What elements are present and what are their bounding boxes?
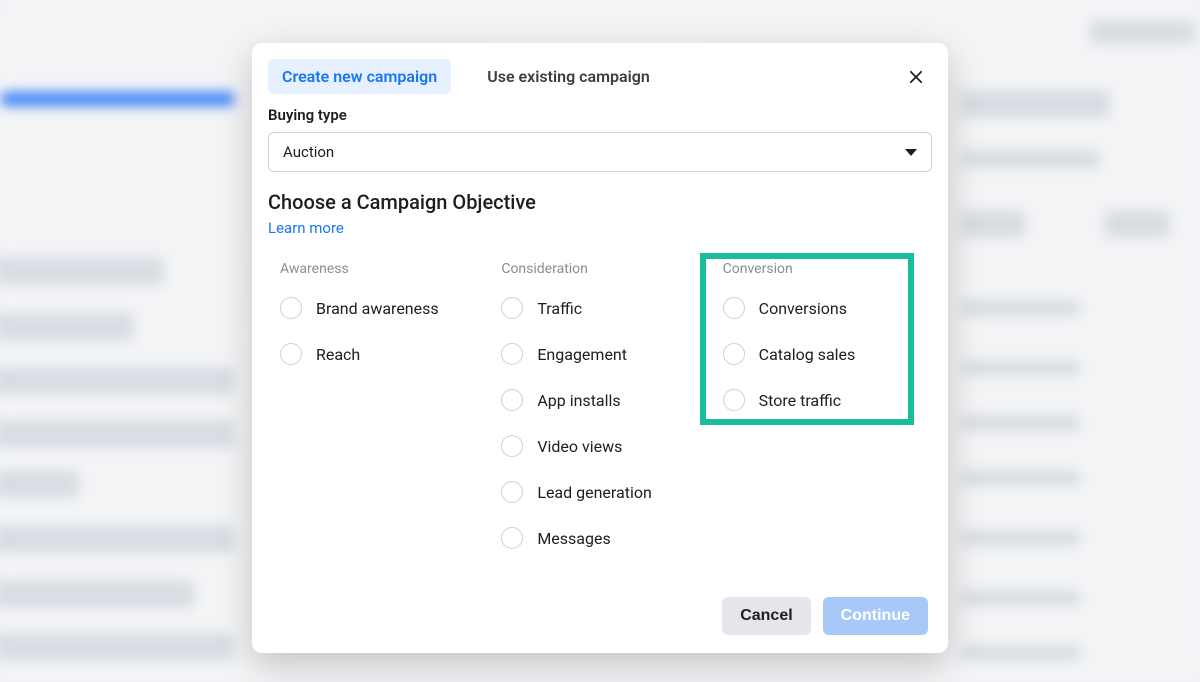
radio-icon <box>280 343 302 365</box>
close-button[interactable] <box>900 61 932 93</box>
objective-traffic[interactable]: Traffic <box>493 291 706 325</box>
consideration-heading: Consideration <box>493 261 706 277</box>
conversion-column: Conversion Conversions Catalog sales Sto… <box>715 261 928 567</box>
radio-icon <box>723 389 745 411</box>
radio-label: Lead generation <box>537 483 651 502</box>
radio-icon <box>501 297 523 319</box>
radio-label: Store traffic <box>759 391 842 410</box>
radio-label: Conversions <box>759 299 847 318</box>
radio-label: Engagement <box>537 345 627 364</box>
radio-icon <box>501 481 523 503</box>
radio-label: Reach <box>316 345 360 364</box>
objective-app-installs[interactable]: App installs <box>493 383 706 417</box>
radio-label: Traffic <box>537 299 582 318</box>
objective-conversions[interactable]: Conversions <box>715 291 928 325</box>
objective-engagement[interactable]: Engagement <box>493 337 706 371</box>
objective-reach[interactable]: Reach <box>272 337 485 371</box>
modal-tabs: Create new campaign Use existing campaig… <box>268 59 664 94</box>
create-campaign-modal: Create new campaign Use existing campaig… <box>252 43 948 653</box>
objective-columns: Awareness Brand awareness Reach Consider… <box>268 261 932 567</box>
buying-type-label: Buying type <box>268 106 932 124</box>
buying-type-select[interactable]: Auction <box>268 132 932 172</box>
learn-more-link[interactable]: Learn more <box>268 219 344 237</box>
consideration-column: Consideration Traffic Engagement App ins… <box>493 261 706 567</box>
objective-store-traffic[interactable]: Store traffic <box>715 383 928 417</box>
radio-label: Video views <box>537 437 622 456</box>
radio-label: Brand awareness <box>316 299 439 318</box>
objective-messages[interactable]: Messages <box>493 521 706 555</box>
awareness-heading: Awareness <box>272 261 485 277</box>
radio-label: Messages <box>537 529 610 548</box>
radio-label: App installs <box>537 391 620 410</box>
modal-header: Create new campaign Use existing campaig… <box>268 59 932 94</box>
radio-icon <box>501 527 523 549</box>
continue-button[interactable]: Continue <box>823 597 928 635</box>
radio-icon <box>723 297 745 319</box>
radio-icon <box>501 435 523 457</box>
conversion-heading: Conversion <box>715 261 928 277</box>
objective-brand-awareness[interactable]: Brand awareness <box>272 291 485 325</box>
radio-label: Catalog sales <box>759 345 856 364</box>
modal-footer: Cancel Continue <box>268 567 932 653</box>
radio-icon <box>501 343 523 365</box>
radio-icon <box>280 297 302 319</box>
radio-icon <box>501 389 523 411</box>
objective-catalog-sales[interactable]: Catalog sales <box>715 337 928 371</box>
buying-type-value: Auction <box>283 143 334 161</box>
awareness-column: Awareness Brand awareness Reach <box>272 261 485 567</box>
objective-video-views[interactable]: Video views <box>493 429 706 463</box>
objective-title: Choose a Campaign Objective <box>268 190 932 214</box>
cancel-button[interactable]: Cancel <box>722 597 810 635</box>
chevron-down-icon <box>905 149 917 156</box>
tab-use-existing-campaign[interactable]: Use existing campaign <box>473 59 664 94</box>
close-icon <box>907 68 925 86</box>
tab-create-new-campaign[interactable]: Create new campaign <box>268 59 451 94</box>
objective-lead-generation[interactable]: Lead generation <box>493 475 706 509</box>
radio-icon <box>723 343 745 365</box>
